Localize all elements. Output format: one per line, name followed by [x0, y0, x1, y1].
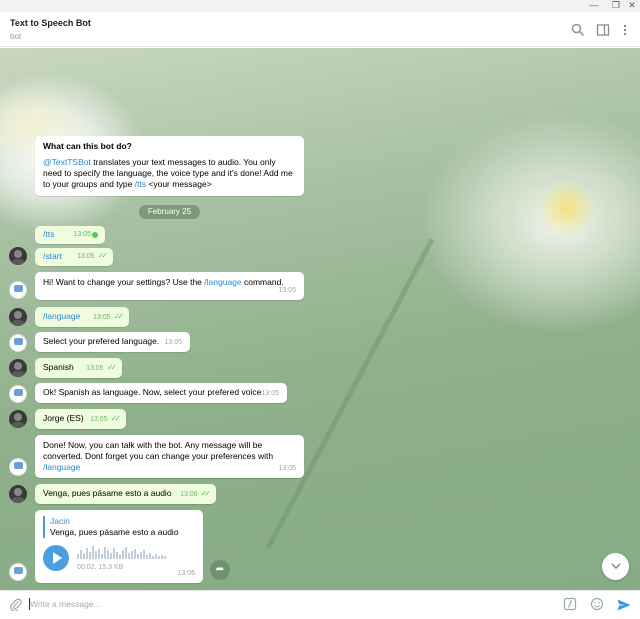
language-command-link[interactable]: /language	[204, 277, 241, 287]
tts-command-link[interactable]: /tts	[135, 179, 146, 189]
reply-quote[interactable]: Jacin Venga, pues pásame esto a audio	[43, 516, 195, 538]
paperclip-icon[interactable]	[8, 597, 24, 613]
message-text[interactable]: /tts	[43, 229, 54, 239]
avatar[interactable]	[9, 247, 27, 265]
forward-icon[interactable]: ➦	[210, 560, 230, 580]
audio-meta: 00:02, 15.3 KB	[77, 564, 124, 571]
message-outgoing[interactable]: /language 13:05 ✓✓	[35, 307, 129, 327]
message-text: Select your prefered language.	[43, 336, 160, 346]
message-time: 13:05	[93, 314, 111, 321]
message-text: Jorge (ES)	[43, 413, 84, 423]
message-time: 13:05	[86, 365, 104, 372]
window-titlebar: — ❐ ✕	[0, 0, 640, 12]
avatar[interactable]	[9, 458, 27, 476]
audio-message-incoming[interactable]: Jacin Venga, pues pásame esto a audio 00…	[35, 510, 203, 583]
message-text: Spanish	[43, 362, 74, 372]
date-separator: February 25	[139, 205, 200, 219]
message-outgoing[interactable]: Jorge (ES) 13:05 ✓✓	[35, 409, 126, 429]
message-time: 13:06	[180, 491, 198, 498]
message-incoming[interactable]: Select your prefered language. 13:05	[35, 332, 190, 352]
message-time: 13:05	[77, 253, 95, 260]
sidebar-toggle-icon[interactable]	[596, 23, 610, 37]
close-button[interactable]: ✕	[626, 0, 638, 12]
message-incoming[interactable]: Hi! Want to change your settings? Use th…	[35, 272, 304, 300]
sending-status-icon	[92, 232, 98, 238]
message-outgoing[interactable]: /start 13:05 ✓✓	[35, 248, 113, 266]
read-check-icon: ✓✓	[110, 414, 122, 423]
message-outgoing[interactable]: Spanish 13:05 ✓✓	[35, 358, 122, 378]
bot-intro-card: What can this bot do? @TextTSBot transla…	[35, 136, 304, 196]
message-time: 13:05	[90, 416, 108, 423]
message-time: 13:05	[261, 390, 279, 397]
chat-subtitle: bot	[10, 32, 22, 41]
message-text: Done! Now, you can talk with the bot. An…	[43, 440, 274, 461]
message-incoming[interactable]: Ok! Spanish as language. Now, select you…	[35, 383, 287, 403]
intro-text: @TextTSBot translates your text messages…	[43, 157, 293, 189]
message-incoming[interactable]: Done! Now, you can talk with the bot. An…	[35, 435, 304, 478]
message-outgoing[interactable]: Venga, pues pásame esto a audio 13:06 ✓✓	[35, 484, 216, 504]
message-text: Ok! Spanish as language. Now, select you…	[43, 387, 262, 397]
message-time: 13:05	[278, 287, 296, 294]
chevron-down-icon[interactable]	[602, 553, 629, 580]
message-text: Hi! Want to change your settings? Use th…	[43, 277, 205, 287]
minimize-button[interactable]: —	[588, 0, 600, 12]
avatar[interactable]	[9, 563, 27, 581]
read-check-icon: ✓✓	[97, 251, 109, 260]
chat-header: Text to Speech Bot bot	[0, 12, 640, 47]
avatar[interactable]	[9, 359, 27, 377]
reply-author: Jacin	[50, 516, 70, 526]
language-command-link[interactable]: /language	[43, 462, 80, 472]
message-text: Venga, pues pásame esto a audio	[43, 488, 172, 498]
message-input[interactable]: Write a message...	[30, 599, 101, 609]
read-check-icon: ✓✓	[106, 363, 118, 372]
message-text[interactable]: /language	[43, 311, 80, 321]
avatar[interactable]	[9, 410, 27, 428]
message-time: 13:05	[278, 465, 296, 472]
chat-title[interactable]: Text to Speech Bot	[10, 18, 91, 28]
search-icon[interactable]	[571, 23, 585, 37]
emoji-icon[interactable]	[589, 597, 605, 613]
intro-heading: What can this bot do?	[43, 141, 132, 151]
bot-handle-link[interactable]: @TextTSBot	[43, 157, 91, 167]
message-time: 13:05	[164, 339, 182, 346]
slash-commands-icon[interactable]	[562, 597, 578, 613]
more-vertical-icon[interactable]	[618, 23, 632, 37]
message-composer: Write a message...	[0, 590, 640, 619]
message-text[interactable]: /start	[43, 251, 62, 261]
avatar[interactable]	[9, 281, 27, 299]
message-time: 13:05	[73, 231, 91, 238]
chat-history[interactable]: What can this bot do? @TextTSBot transla…	[0, 48, 640, 590]
message-time: 13:06	[177, 570, 195, 577]
read-check-icon: ✓✓	[200, 489, 212, 498]
restore-button[interactable]: ❐	[610, 0, 622, 12]
send-icon[interactable]	[616, 597, 632, 613]
avatar[interactable]	[9, 485, 27, 503]
reply-text: Venga, pues pásame esto a audio	[50, 527, 179, 537]
audio-waveform[interactable]	[77, 545, 166, 559]
audio-player: 00:02, 15.3 KB	[43, 543, 195, 573]
avatar[interactable]	[9, 308, 27, 326]
avatar[interactable]	[9, 385, 27, 403]
avatar[interactable]	[9, 334, 27, 352]
message-outgoing[interactable]: /tts 13:05	[35, 226, 105, 244]
read-check-icon: ✓✓	[113, 312, 125, 321]
play-icon[interactable]	[43, 545, 69, 571]
